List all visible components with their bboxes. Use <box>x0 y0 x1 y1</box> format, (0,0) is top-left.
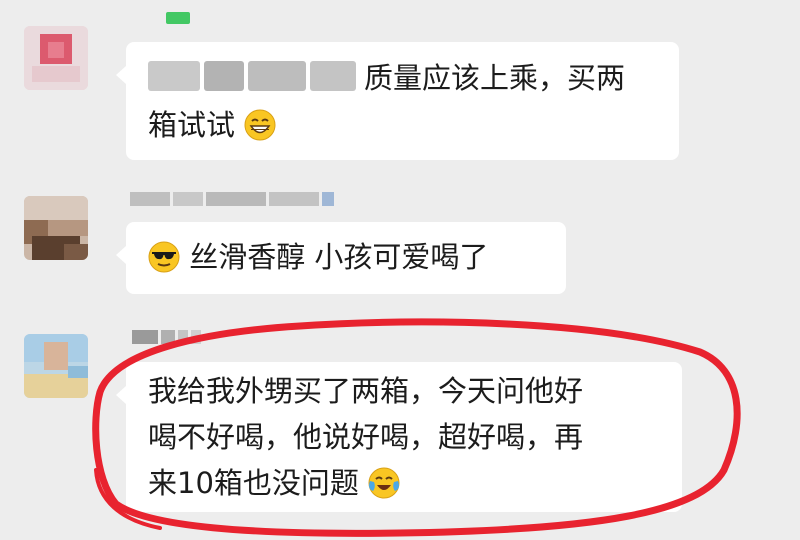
message-text: 箱试试 <box>148 108 236 142</box>
message-text: 来10箱也没问题 <box>148 466 359 500</box>
message-bubble[interactable]: 质量应该上乘，买两 箱试试 <box>116 42 679 160</box>
sender-name-redacted <box>132 330 204 344</box>
message-bubble[interactable]: 丝滑香醇 小孩可爱喝了 <box>116 222 566 294</box>
avatar[interactable] <box>24 26 88 90</box>
avatar[interactable] <box>24 196 88 260</box>
message-text: 丝滑香醇 小孩可爱喝了 <box>189 240 489 274</box>
sunglasses-face-icon <box>148 240 180 273</box>
sender-name-redacted <box>130 192 337 206</box>
message-text: 我给我外甥买了两箱，今天问他好 <box>148 374 584 408</box>
online-badge <box>166 12 190 24</box>
message-bubble[interactable]: 我给我外甥买了两箱，今天问他好 喝不好喝，他说好喝，超好喝，再 来10箱也没问题 <box>116 362 682 512</box>
redacted-text <box>148 61 358 91</box>
tears-of-joy-face-icon <box>368 466 400 499</box>
message-text: 质量应该上乘，买两 <box>364 61 626 95</box>
message-text: 喝不好喝，他说好喝，超好喝，再 <box>148 420 584 454</box>
grinning-face-icon <box>244 108 276 141</box>
avatar[interactable] <box>24 334 88 398</box>
